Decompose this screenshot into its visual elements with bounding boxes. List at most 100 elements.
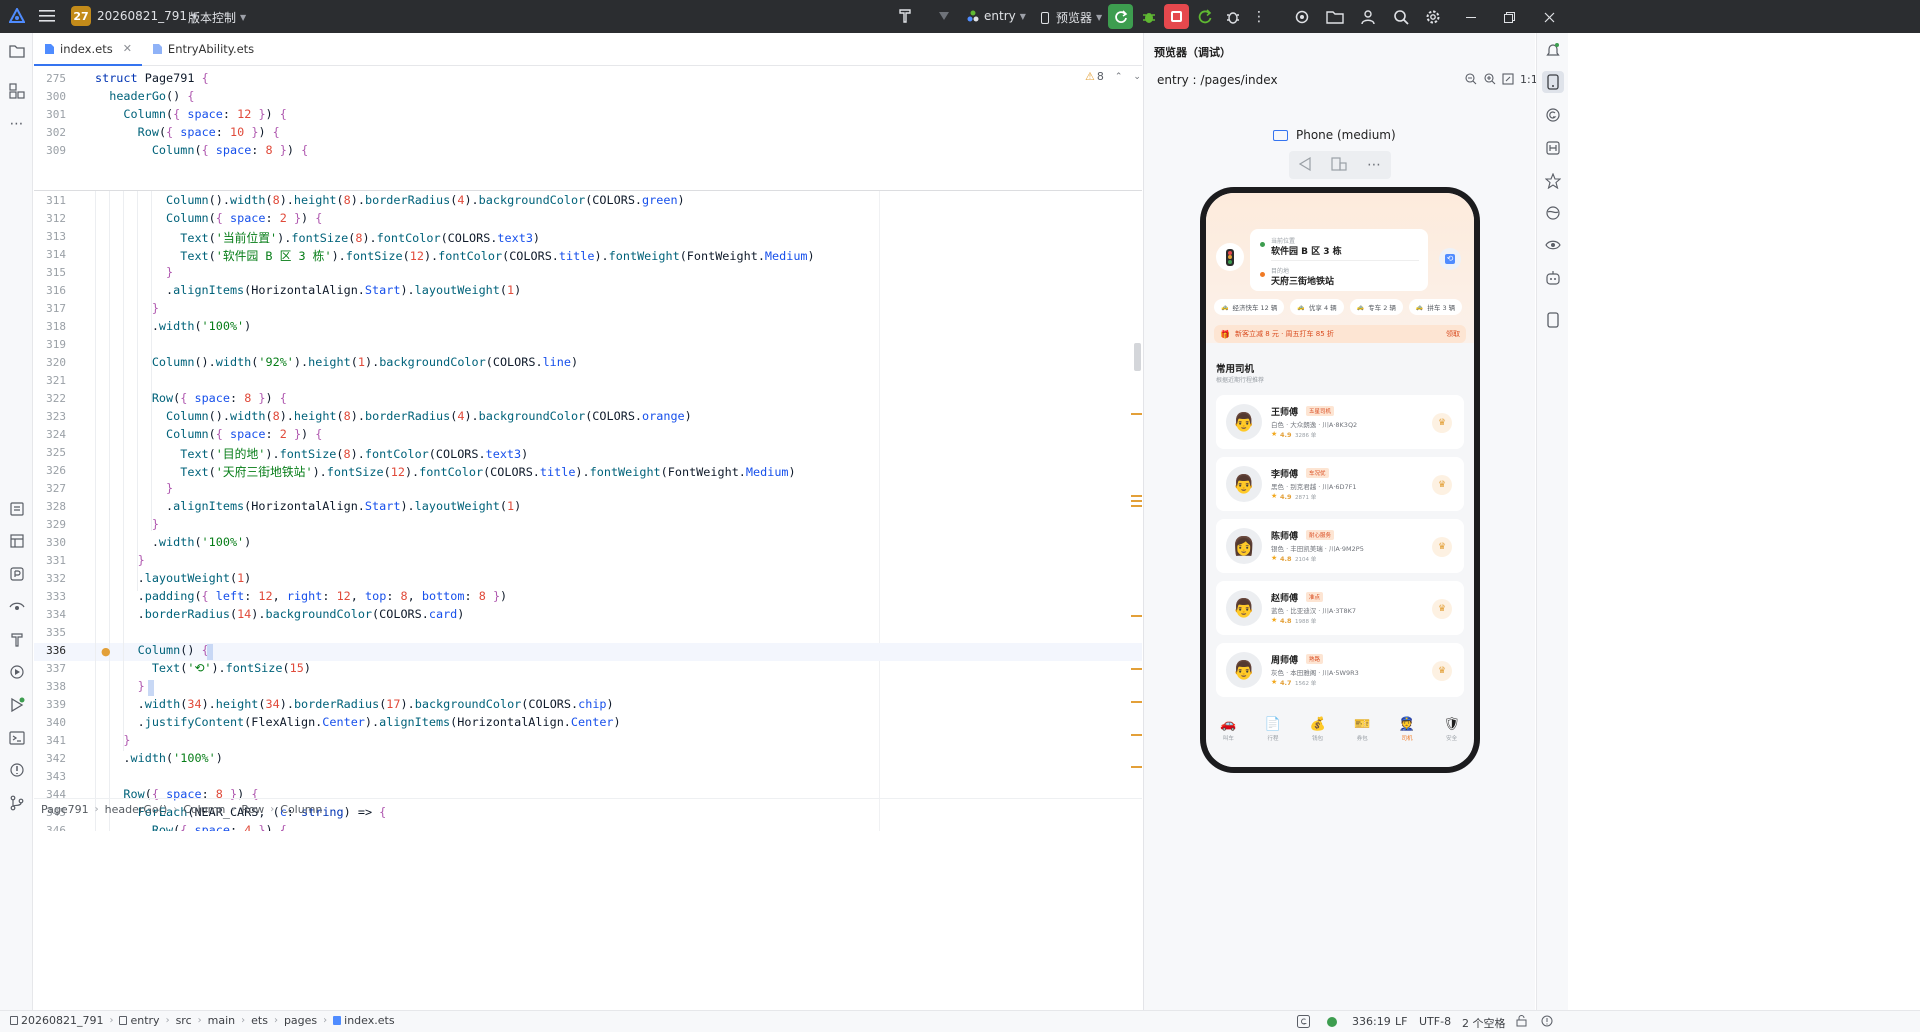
run-icon[interactable] xyxy=(6,694,27,715)
tab-index-ets[interactable]: index.ets ✕ xyxy=(34,32,142,66)
rerun-icon[interactable] xyxy=(1192,4,1218,30)
scroll-marker[interactable] xyxy=(1131,495,1142,497)
path-item[interactable]: pages xyxy=(284,1014,317,1027)
scroll-marker[interactable] xyxy=(1131,701,1142,703)
folder-icon[interactable] xyxy=(1322,4,1348,30)
car-chip[interactable]: 🚕 优享 4 辆 xyxy=(1290,299,1344,315)
main-menu-icon[interactable] xyxy=(38,8,56,24)
code-line[interactable]: .borderRadius(14).backgroundColor(COLORS… xyxy=(95,607,465,621)
path-item[interactable]: entry xyxy=(130,1014,159,1027)
path-item[interactable]: 20260821_791 xyxy=(21,1014,103,1027)
device-icon[interactable] xyxy=(1542,309,1564,331)
profiler-icon[interactable] xyxy=(6,563,27,584)
nav-item-券包[interactable]: 🎫 券包 xyxy=(1344,717,1380,742)
sticky-code-line[interactable]: Row({ space: 10 }) { xyxy=(95,125,280,139)
chevron-down-icon[interactable]: ⌄ xyxy=(1133,72,1141,82)
code-line[interactable]: .width('100%') xyxy=(95,535,251,549)
sticky-code-line[interactable]: Column({ space: 12 }) { xyxy=(95,107,286,121)
nav-item-司机[interactable]: 👮 司机 xyxy=(1389,717,1425,742)
run-config-selector[interactable]: entry ▼ xyxy=(967,9,1026,23)
code-line[interactable]: .width('100%') xyxy=(95,319,251,333)
scroll-marker[interactable] xyxy=(1131,500,1142,502)
zoom-out-icon[interactable] xyxy=(1465,73,1477,88)
driver-card[interactable]: 👩 陈师傅 耐心服务 银色 · 丰田凯美瑞 · 川A·9M2P5 ★ 4.8 2104 单 ♛ xyxy=(1216,519,1464,573)
phone-screen[interactable]: 当前位置 软件园 B 区 3 栋 目的地 天府三街地铁站 ⟲ 🚕 经济快车 12 … xyxy=(1206,193,1474,767)
terminal-icon[interactable] xyxy=(6,727,27,748)
car-chip[interactable]: 🚕 专车 2 辆 xyxy=(1349,299,1403,315)
stop-button[interactable] xyxy=(1164,4,1189,29)
favorite-crown-button[interactable]: ♛ xyxy=(1432,661,1452,681)
driver-card[interactable]: 👨 王师傅 五星司机 白色 · 大众朗逸 · 川A·8K3Q2 ★ 4.9 3286 单 ♛ xyxy=(1216,395,1464,449)
filter-icon[interactable] xyxy=(931,3,957,29)
code-line[interactable]: } xyxy=(95,301,159,315)
breadcrumb-item[interactable]: headerGo() xyxy=(105,803,168,816)
rotate-device-icon[interactable] xyxy=(1331,156,1347,174)
more-horizontal-icon[interactable]: ⋯ xyxy=(1367,157,1381,173)
promo-action[interactable]: 领取 xyxy=(1446,329,1460,339)
favorite-crown-button[interactable]: ♛ xyxy=(1432,413,1452,433)
code-line[interactable]: Column({ space: 2 }) { xyxy=(95,211,322,225)
preview-eye-icon[interactable] xyxy=(6,596,27,617)
layout-inspector-icon[interactable] xyxy=(6,530,27,551)
breadcrumb-item[interactable]: Row xyxy=(241,803,264,816)
code-line[interactable]: Column().width('92%').height(1).backgrou… xyxy=(95,355,578,369)
sticky-code-line[interactable]: struct Page791 { xyxy=(95,71,209,85)
device-selector[interactable]: 预览器 ▼ xyxy=(1041,9,1102,26)
code-line[interactable]: Row({ space: 4 }) { xyxy=(95,823,287,831)
vcs-menu[interactable]: 版本控制 ▼ xyxy=(188,9,246,26)
nav-item-叫车[interactable]: 🚗 叫车 xyxy=(1210,717,1246,742)
code-line[interactable]: Text('当前位置').fontSize(8).fontColor(COLOR… xyxy=(95,229,540,246)
traffic-light-icon[interactable] xyxy=(1216,243,1244,271)
favorite-crown-button[interactable]: ♛ xyxy=(1432,599,1452,619)
code-line[interactable]: .justifyContent(FlexAlign.Center).alignI… xyxy=(95,715,621,729)
cursor-position[interactable]: 336:19 xyxy=(1352,1015,1391,1028)
ai-assistant-icon[interactable] xyxy=(1542,170,1564,192)
run-services-icon[interactable] xyxy=(6,661,27,682)
restore-window-button[interactable] xyxy=(1496,4,1522,30)
favorite-crown-button[interactable]: ♛ xyxy=(1432,475,1452,495)
location-card[interactable]: 当前位置 软件园 B 区 3 栋 目的地 天府三街地铁站 xyxy=(1250,229,1428,291)
code-line[interactable]: .padding({ left: 12, right: 12, top: 8, … xyxy=(95,589,508,603)
code-line[interactable]: } xyxy=(95,265,173,279)
breadcrumb-item[interactable]: Page791 xyxy=(41,803,89,816)
driver-card[interactable]: 👨 赵师傅 准点 蓝色 · 比亚迪汉 · 川A·3T8K7 ★ 4.8 1988 单 ♛ xyxy=(1216,581,1464,635)
project-folder-icon[interactable] xyxy=(6,40,27,61)
code-line[interactable]: Column().width(8).height(8).borderRadius… xyxy=(95,193,685,207)
git-branch-icon[interactable] xyxy=(6,792,27,813)
code-line[interactable]: .width(34).height(34).borderRadius(17).b… xyxy=(95,697,614,711)
code-line[interactable]: Column({ space: 2 }) { xyxy=(95,427,322,441)
search-icon[interactable] xyxy=(1388,4,1414,30)
scroll-marker[interactable] xyxy=(1131,668,1142,670)
build-hammer-icon[interactable] xyxy=(893,3,919,29)
code-line[interactable]: .alignItems(HorizontalAlign.Start).layou… xyxy=(95,283,521,297)
file-encoding[interactable]: UTF-8 xyxy=(1419,1015,1451,1028)
path-item[interactable]: main xyxy=(208,1014,235,1027)
account-icon[interactable] xyxy=(1355,4,1381,30)
hot-reload-button[interactable] xyxy=(1108,4,1133,29)
scroll-marker[interactable] xyxy=(1131,615,1142,617)
code-line[interactable]: .width('100%') xyxy=(95,751,222,765)
close-tab-icon[interactable]: ✕ xyxy=(123,42,132,55)
zoom-in-icon[interactable] xyxy=(1484,73,1496,88)
scroll-marker[interactable] xyxy=(1131,505,1142,507)
database-icon[interactable] xyxy=(1542,202,1564,224)
code-line[interactable]: Text('软件园 B 区 3 栋').fontSize(12).fontCol… xyxy=(95,247,814,264)
nav-item-钱包[interactable]: 💰 钱包 xyxy=(1300,717,1336,742)
code-line[interactable]: Text('目的地').fontSize(8).fontColor(COLORS… xyxy=(95,445,528,462)
close-window-button[interactable] xyxy=(1536,4,1562,30)
sync-status-dot[interactable] xyxy=(1327,1017,1337,1027)
scrollbar-thumb[interactable] xyxy=(1134,343,1141,371)
code-line[interactable]: Text('⟲').fontSize(15) xyxy=(95,661,311,675)
fit-screen-icon[interactable] xyxy=(1502,73,1514,88)
project-selector[interactable]: 27 20260821_791 ▼ xyxy=(71,6,197,26)
indent-setting[interactable]: 2 个空格 xyxy=(1462,1015,1506,1031)
more-horizontal-icon[interactable]: ⋯ xyxy=(6,113,27,134)
car-chip[interactable]: 🚕 经济快车 12 辆 xyxy=(1214,299,1285,315)
build-icon[interactable] xyxy=(6,629,27,650)
code-area[interactable]: ⚠ 8 ⌃ ⌄ 275 struct Page791 {300 headerGo(… xyxy=(34,67,1142,831)
code-line[interactable]: .alignItems(HorizontalAlign.Start).layou… xyxy=(95,499,521,513)
code-line[interactable]: Column() { xyxy=(95,643,209,657)
harmony-icon[interactable] xyxy=(1542,137,1564,159)
codegenie-icon[interactable] xyxy=(1542,104,1564,126)
path-item[interactable]: src xyxy=(176,1014,192,1027)
